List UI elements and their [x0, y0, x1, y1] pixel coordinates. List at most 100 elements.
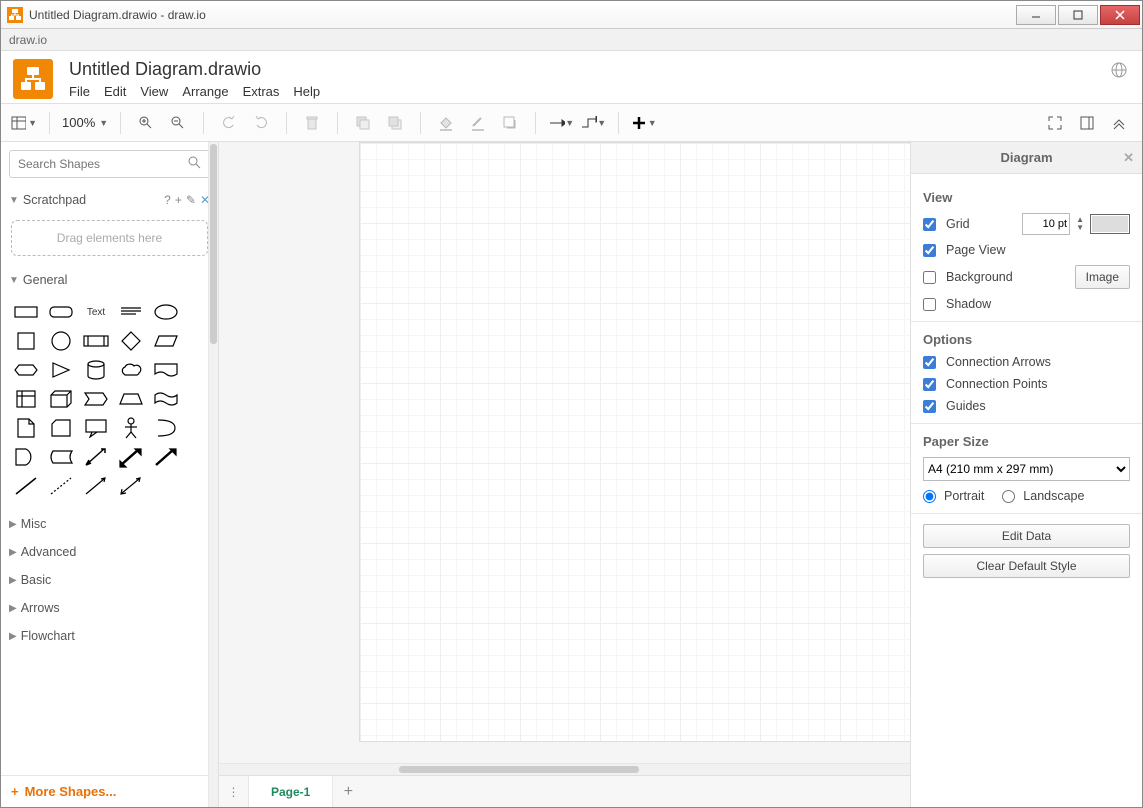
menu-view[interactable]: View: [140, 84, 168, 99]
shape-arrow-thin-bidir[interactable]: [116, 474, 146, 498]
right-panel-close-icon[interactable]: ✕: [1123, 150, 1134, 166]
shape-note[interactable]: [11, 416, 41, 440]
paper-size-select[interactable]: A4 (210 mm x 297 mm): [923, 457, 1130, 481]
zoom-in-button[interactable]: [133, 110, 159, 136]
shape-hexagon[interactable]: [11, 358, 41, 382]
shape-curved-right[interactable]: [151, 416, 181, 440]
landscape-radio[interactable]: [1002, 490, 1015, 503]
shape-trapezoid[interactable]: [116, 387, 146, 411]
shape-parallelogram[interactable]: [151, 329, 181, 353]
shape-internal-storage[interactable]: [11, 387, 41, 411]
menu-help[interactable]: Help: [293, 84, 320, 99]
misc-header[interactable]: ▶Misc: [1, 510, 218, 538]
close-button[interactable]: [1100, 5, 1140, 25]
fullscreen-button[interactable]: [1042, 110, 1068, 136]
guides-checkbox[interactable]: [923, 400, 936, 413]
shape-actor[interactable]: [116, 416, 146, 440]
shadow-button[interactable]: [497, 110, 523, 136]
shape-cylinder[interactable]: [81, 358, 111, 382]
edit-data-button[interactable]: Edit Data: [923, 524, 1130, 548]
menu-extras[interactable]: Extras: [243, 84, 280, 99]
shape-data-storage[interactable]: [46, 445, 76, 469]
waypoint-style-button[interactable]: ▼: [580, 110, 606, 136]
shape-step[interactable]: [81, 387, 111, 411]
grid-step-down[interactable]: ▼: [1076, 224, 1084, 232]
shape-arrow-block[interactable]: [151, 445, 181, 469]
shape-dashed-line[interactable]: [46, 474, 76, 498]
zoom-dropdown[interactable]: 100%▼: [62, 115, 108, 130]
fill-color-button[interactable]: [433, 110, 459, 136]
grid-color-swatch[interactable]: [1090, 214, 1130, 234]
connection-arrows-checkbox[interactable]: [923, 356, 936, 369]
page-tab-1[interactable]: Page-1: [249, 776, 333, 807]
maximize-button[interactable]: [1058, 5, 1098, 25]
to-back-button[interactable]: [382, 110, 408, 136]
format-panel-button[interactable]: [1074, 110, 1100, 136]
left-scrollbar[interactable]: [208, 142, 218, 807]
sidebar-toggle-button[interactable]: ▼: [11, 110, 37, 136]
portrait-radio[interactable]: [923, 490, 936, 503]
shape-arrow-thin[interactable]: [81, 474, 111, 498]
background-image-button[interactable]: Image: [1075, 265, 1130, 289]
to-front-button[interactable]: [350, 110, 376, 136]
connection-style-button[interactable]: ▼: [548, 110, 574, 136]
language-icon[interactable]: [1108, 59, 1130, 81]
shape-cloud[interactable]: [116, 358, 146, 382]
collapse-button[interactable]: [1106, 110, 1132, 136]
shape-callout[interactable]: [81, 416, 111, 440]
zoom-out-button[interactable]: [165, 110, 191, 136]
shape-text[interactable]: Text: [81, 300, 111, 324]
clear-default-style-button[interactable]: Clear Default Style: [923, 554, 1130, 578]
shape-and[interactable]: [11, 445, 41, 469]
advanced-header[interactable]: ▶Advanced: [1, 538, 218, 566]
shape-card[interactable]: [46, 416, 76, 440]
scratchpad-header[interactable]: ▼ Scratchpad ? + ✎ ✕: [1, 186, 218, 214]
connection-points-checkbox[interactable]: [923, 378, 936, 391]
delete-button[interactable]: [299, 110, 325, 136]
document-title[interactable]: Untitled Diagram.drawio: [69, 59, 1108, 80]
more-shapes-button[interactable]: +More Shapes...: [1, 775, 218, 807]
arrows-header[interactable]: ▶Arrows: [1, 594, 218, 622]
shape-rounded-rectangle[interactable]: [46, 300, 76, 324]
search-shapes-input[interactable]: [9, 150, 210, 178]
shape-arrow-bidir[interactable]: [81, 445, 111, 469]
horizontal-scrollbar[interactable]: [219, 763, 910, 775]
shape-circle[interactable]: [46, 329, 76, 353]
redo-button[interactable]: [248, 110, 274, 136]
shape-textbox[interactable]: [116, 300, 146, 324]
grid-checkbox[interactable]: [923, 218, 936, 231]
scratchpad-help-icon[interactable]: ?: [164, 193, 171, 207]
flowchart-header[interactable]: ▶Flowchart: [1, 622, 218, 650]
page-surface[interactable]: [359, 142, 910, 742]
shape-rectangle[interactable]: [11, 300, 41, 324]
insert-button[interactable]: ▼: [631, 110, 657, 136]
undo-button[interactable]: [216, 110, 242, 136]
scratchpad-edit-icon[interactable]: ✎: [186, 193, 196, 207]
background-checkbox[interactable]: [923, 271, 936, 284]
shape-triangle[interactable]: [46, 358, 76, 382]
pages-menu-button[interactable]: ⋮: [219, 776, 249, 807]
add-page-button[interactable]: +: [333, 776, 363, 807]
canvas[interactable]: [219, 142, 910, 763]
scratchpad-drop-area[interactable]: Drag elements here: [11, 220, 208, 256]
shape-document[interactable]: [151, 358, 181, 382]
menu-edit[interactable]: Edit: [104, 84, 126, 99]
shape-tape[interactable]: [151, 387, 181, 411]
shape-square[interactable]: [11, 329, 41, 353]
shape-diamond[interactable]: [116, 329, 146, 353]
shape-cube[interactable]: [46, 387, 76, 411]
basic-header[interactable]: ▶Basic: [1, 566, 218, 594]
general-header[interactable]: ▼ General: [1, 266, 218, 294]
minimize-button[interactable]: [1016, 5, 1056, 25]
shape-line[interactable]: [11, 474, 41, 498]
shape-ellipse[interactable]: [151, 300, 181, 324]
menu-arrange[interactable]: Arrange: [182, 84, 228, 99]
shape-process[interactable]: [81, 329, 111, 353]
shadow-checkbox[interactable]: [923, 298, 936, 311]
grid-size-input[interactable]: [1022, 213, 1070, 235]
shape-arrow-block-bidir[interactable]: [116, 445, 146, 469]
scratchpad-add-icon[interactable]: +: [175, 193, 182, 207]
pageview-checkbox[interactable]: [923, 244, 936, 257]
line-color-button[interactable]: [465, 110, 491, 136]
menu-file[interactable]: File: [69, 84, 90, 99]
